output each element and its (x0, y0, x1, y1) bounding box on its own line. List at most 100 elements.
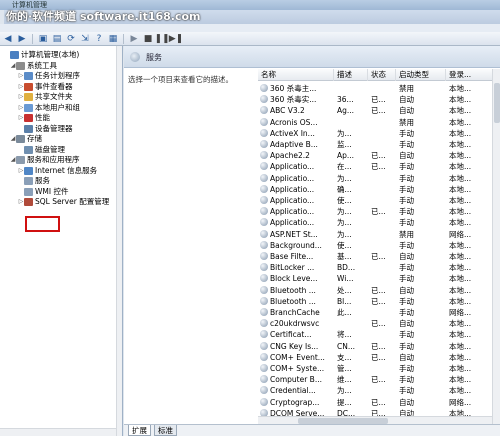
tree-node[interactable]: ▷ 性能 (18, 113, 50, 123)
table-cell: 已... (371, 285, 386, 295)
up-folder-icon[interactable]: ▣ (37, 33, 49, 44)
table-cell: 已... (371, 162, 386, 172)
table-row[interactable]: Adaptive B... 监... 手动 本地... (258, 139, 500, 150)
export-icon[interactable]: ⇲ (79, 33, 91, 44)
table-cell: 手动 (399, 140, 414, 149)
properties-icon[interactable]: ▦ (107, 33, 119, 44)
console-tree-icon[interactable]: ▤ (51, 33, 63, 44)
table-row[interactable]: Applicatio... 确... 手动 本地... (258, 184, 500, 195)
scroll-thumb[interactable] (494, 83, 500, 123)
tree-node[interactable]: ▷ Internet 信息服务 (18, 166, 97, 176)
help-icon[interactable]: ? (93, 33, 105, 44)
service-name: 360 杀毒实... (270, 95, 317, 105)
tree-node[interactable]: 服务 (18, 176, 50, 186)
tree-node[interactable]: ▷ 事件查看器 (18, 82, 73, 92)
tree-node[interactable]: ◢ 系统工具 (10, 61, 57, 71)
table-row[interactable]: COM+ Syste... 管... 手动 本地... (258, 363, 500, 374)
service-name: Credential... (270, 386, 316, 396)
table-cell: 管... (337, 364, 352, 373)
table-row[interactable]: Bluetooth ... 处... 已... 自动 本地... (258, 285, 500, 296)
restart-icon[interactable]: ▶❚ (169, 33, 183, 44)
play-icon[interactable]: ▶ (128, 33, 140, 44)
table-cell: 为... (337, 386, 352, 396)
refresh-icon[interactable]: ⟳ (65, 33, 77, 44)
tab-standard[interactable]: 标准 (154, 425, 177, 436)
tree-horizontal-scrollbar[interactable] (0, 428, 116, 436)
table-row[interactable]: c20ukdrwsvc 已... 自动 本地... (258, 318, 500, 329)
table-cell: Bl... (337, 296, 352, 306)
tree-node[interactable]: ◢ 存储 (10, 134, 42, 144)
back-arrow-icon[interactable]: ◀ (2, 33, 14, 44)
service-name: Bluetooth ... (270, 296, 316, 306)
tree-node-label: 存储 (27, 134, 42, 143)
table-row[interactable]: BranchCache 此... 手动 网络... (258, 307, 500, 318)
table-cell: 已... (371, 319, 386, 329)
tree-node[interactable]: 磁盘管理 (18, 145, 65, 155)
table-row[interactable]: Applicatio... 为... 手动 本地... (258, 217, 500, 228)
table-row[interactable]: 360 杀毒实... 36... 已... 自动 本地... (258, 94, 500, 105)
table-row[interactable]: Apache2.2 Ap... 已... 自动 本地... (258, 150, 500, 161)
table-row[interactable]: Base Filte... 基... 已... 自动 本地... (258, 251, 500, 262)
table-row[interactable]: Certificat... 将... 手动 本地... (258, 329, 500, 340)
tree-node[interactable]: 计算机管理(本地) (4, 50, 79, 60)
tree-node[interactable]: ▷ 任务计划程序 (18, 71, 80, 81)
tree-node-label: 系统工具 (27, 60, 57, 70)
table-row[interactable]: Applicatio... 为... 已... 手动 本地... (258, 206, 500, 217)
column-status[interactable]: 状态 (368, 69, 396, 81)
tree-node[interactable]: ▷ 共享文件夹 (18, 92, 73, 102)
table-row[interactable]: Cryptograp... 提... 已... 自动 网络... (258, 397, 500, 408)
table-row[interactable]: Acronis OS... 禁用 本地... (258, 117, 500, 128)
tree-node[interactable]: ▷ 本地用户和组 (18, 103, 80, 113)
stop-icon[interactable]: ■ (142, 33, 154, 44)
table-cell: 为... (337, 128, 352, 138)
highlight-box (25, 216, 60, 232)
table-row[interactable]: Applicatio... 使... 手动 本地... (258, 195, 500, 206)
service-name-cell: Bluetooth ... (260, 296, 333, 307)
column-startup-type[interactable]: 启动类型 (396, 69, 446, 81)
column-description[interactable]: 描述 (334, 69, 368, 81)
table-row[interactable]: 360 杀毒主... 禁用 本地... (258, 83, 500, 94)
tree-node[interactable]: 设备管理器 (18, 124, 73, 134)
table-row[interactable]: Credential... 为... 手动 本地... (258, 385, 500, 396)
table-row[interactable]: ABC V3.2 Ag... 已... 自动 本地... (258, 105, 500, 116)
table-row[interactable]: ActiveX In... 为... 手动 本地... (258, 128, 500, 139)
table-cell: 已... (371, 352, 386, 362)
table-cell: 自动 (399, 319, 414, 329)
service-name-cell: Computer B... (260, 374, 333, 385)
tools-icon (16, 61, 25, 70)
tree-node[interactable]: ▷ SQL Server 配置管理 (18, 197, 109, 207)
table-row[interactable]: CNG Key Is... CN... 已... 手动 本地... (258, 341, 500, 352)
tree-vertical-scrollbar[interactable] (116, 46, 122, 436)
table-row[interactable]: Applicatio... 为... 手动 本地... (258, 173, 500, 184)
table-row[interactable]: COM+ Event... 支... 已... 自动 本地... (258, 352, 500, 363)
service-name: Applicatio... (270, 162, 315, 172)
tree-node[interactable]: ◢ 服务和应用程序 (10, 155, 80, 165)
service-name: c20ukdrwsvc (270, 319, 320, 329)
table-row[interactable]: Applicatio... 在... 已... 手动 本地... (258, 161, 500, 172)
forward-arrow-icon[interactable]: ▶ (16, 33, 28, 44)
table-cell: 为... (337, 207, 352, 217)
tab-extended[interactable]: 扩展 (128, 425, 151, 436)
service-name: Adaptive B... (270, 140, 318, 149)
service-name-cell: BitLocker ... (260, 262, 333, 273)
table-row[interactable]: Bluetooth ... Bl... 已... 手动 本地... (258, 296, 500, 307)
service-gear-icon (260, 375, 268, 384)
column-name[interactable]: 名称 (258, 69, 334, 81)
list-horizontal-scrollbar[interactable] (258, 416, 492, 424)
services-list: 名称 描述 状态 启动类型 登录... 360 杀毒主... 禁用 本地... 360 杀毒实… (258, 69, 500, 424)
service-gear-icon (260, 128, 268, 137)
table-row[interactable]: BitLocker ... BD... 手动 本地... (258, 262, 500, 273)
table-row[interactable]: Background... 使... 手动 本地... (258, 240, 500, 251)
description-text: 选择一个项目来查看它的描述。 (128, 75, 233, 84)
table-row[interactable]: Block Leve... Wi... 手动 本地... (258, 273, 500, 284)
table-row[interactable]: ASP.NET St... 为... 禁用 网络... (258, 229, 500, 240)
service-gear-icon (260, 140, 268, 148)
tree-node[interactable]: WMI 控件 (18, 187, 68, 197)
service-name-cell: 360 杀毒实... (260, 94, 333, 105)
list-vertical-scrollbar[interactable] (492, 69, 500, 424)
clock-icon (24, 72, 33, 80)
pause-icon[interactable]: ❚❚ (154, 33, 169, 44)
service-gear-icon (260, 218, 268, 227)
table-row[interactable]: Computer B... 维... 已... 手动 本地... (258, 374, 500, 385)
table-cell: 手动 (399, 240, 414, 250)
